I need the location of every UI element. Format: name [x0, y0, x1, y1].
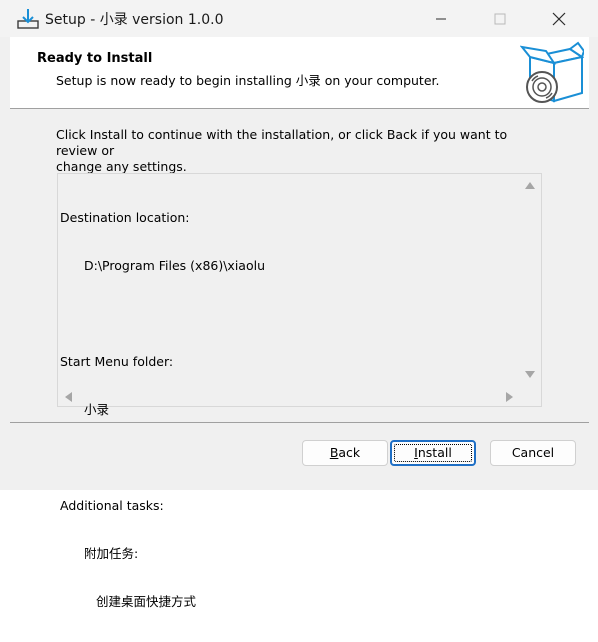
tasks-item: 创建桌面快捷方式	[96, 594, 197, 609]
memo-content: Destination location: D:\Program Files (…	[60, 178, 515, 642]
cancel-button-label: Cancel	[511, 445, 555, 460]
wizard-body: Click Install to continue with the insta…	[10, 109, 589, 609]
horizontal-scrollbar[interactable]	[58, 386, 521, 406]
back-button[interactable]: Back	[302, 440, 388, 466]
scroll-down-icon[interactable]	[525, 371, 535, 378]
maximize-button[interactable]	[477, 0, 523, 37]
setup-window: Setup - 小录 version 1.0.0 Ready to Instal…	[0, 0, 598, 609]
destination-label: Destination location:	[60, 210, 190, 225]
install-button[interactable]: Install	[390, 440, 476, 466]
scroll-right-icon[interactable]	[506, 392, 513, 402]
instruction-text: Click Install to continue with the insta…	[56, 127, 536, 175]
instruction-line: Click Install to continue with the insta…	[56, 127, 508, 158]
page-title: Ready to Install	[37, 51, 153, 66]
footer-divider	[10, 422, 589, 423]
close-button[interactable]	[536, 0, 582, 37]
setup-box-disc-icon	[520, 41, 584, 103]
maximize-icon	[494, 13, 506, 24]
tasks-label: Additional tasks:	[60, 498, 164, 513]
ready-memo[interactable]: Destination location: D:\Program Files (…	[57, 173, 542, 609]
scroll-up-icon[interactable]	[525, 182, 535, 189]
cancel-button[interactable]: Cancel	[490, 440, 576, 466]
page-subtitle: Setup is now ready to begin installing 小…	[56, 73, 440, 88]
minimize-icon	[436, 18, 446, 19]
window-title: Setup - 小录 version 1.0.0	[45, 12, 224, 28]
install-button-label: Install	[414, 445, 452, 460]
scroll-left-icon[interactable]	[65, 392, 72, 402]
back-button-label: Back	[329, 445, 361, 460]
minimize-button[interactable]	[418, 0, 464, 37]
installer-download-icon	[17, 9, 39, 29]
wizard-header: Ready to Install Setup is now ready to b…	[10, 37, 589, 109]
tasks-group: 附加任务:	[84, 546, 139, 561]
destination-value: D:\Program Files (x86)\xiaolu	[84, 258, 266, 273]
close-icon	[552, 12, 566, 25]
start-menu-label: Start Menu folder:	[60, 354, 174, 369]
vertical-scrollbar[interactable]	[519, 174, 541, 386]
title-bar[interactable]: Setup - 小录 version 1.0.0	[0, 0, 598, 37]
memo-blank	[60, 306, 515, 322]
